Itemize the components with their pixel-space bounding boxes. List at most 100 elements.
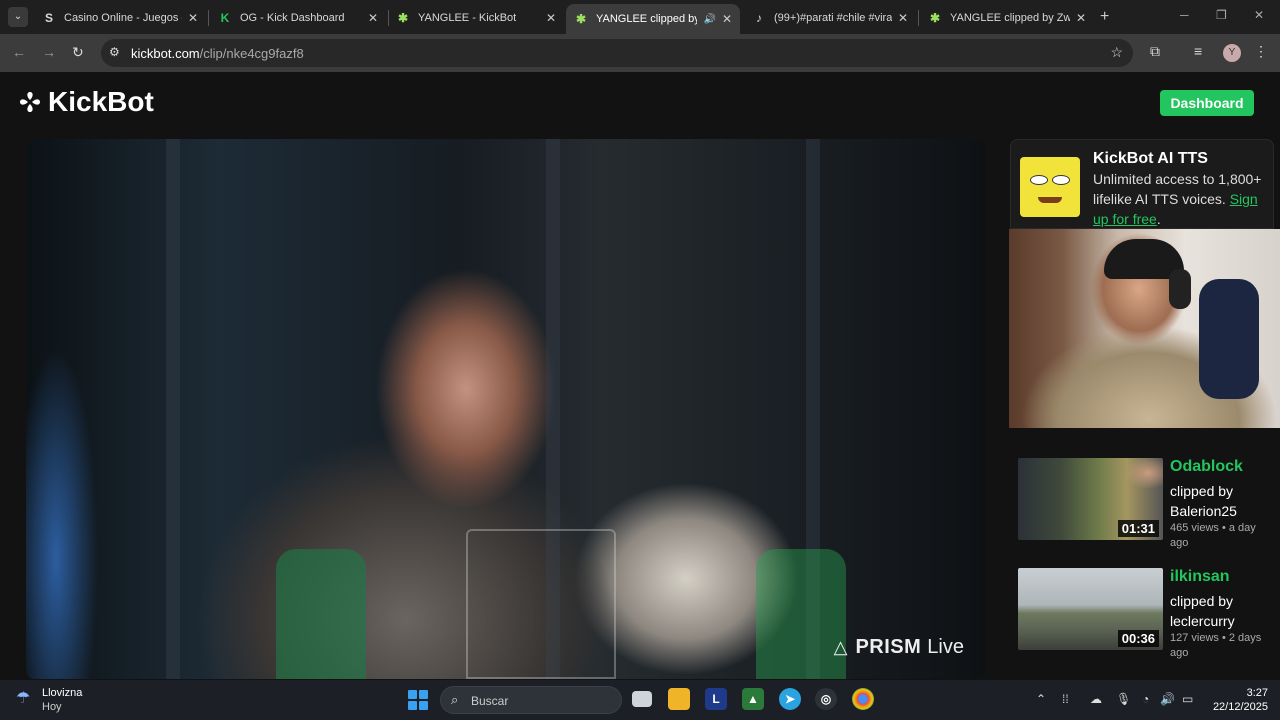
video-scene xyxy=(466,529,616,679)
tab-title: YANGLEE clipped by Zwick xyxy=(950,12,1070,24)
webcam-scene xyxy=(1199,279,1259,399)
weather-label[interactable]: Llovizna xyxy=(42,687,82,699)
close-window-icon[interactable]: ✕ xyxy=(1254,8,1264,22)
tab-separator xyxy=(918,10,919,26)
rain-cloud-icon[interactable]: ☂ xyxy=(16,688,30,708)
ad-body-end: . xyxy=(1156,211,1161,227)
clip-title[interactable]: ilkinsan xyxy=(1170,568,1230,586)
taskbar-search[interactable]: ⌕ Buscar xyxy=(440,686,622,714)
kickbot-favicon-icon: ✱ xyxy=(397,11,409,25)
site-info-icon[interactable]: ⚙ xyxy=(109,45,120,59)
close-tab-icon[interactable]: ✕ xyxy=(368,11,378,25)
tray-overflow-icon[interactable]: ⌃ xyxy=(1036,692,1046,706)
clip-duration: 01:31 xyxy=(1117,520,1159,537)
microphone-icon[interactable]: 🎙 xyxy=(1116,692,1131,706)
clip-thumbnail[interactable]: 00:36 xyxy=(1018,568,1163,650)
tab-title: YANGLEE clipped by m xyxy=(596,13,698,25)
prism-logo-icon: △ xyxy=(833,637,848,657)
kickbot-logo-icon xyxy=(20,92,40,112)
clip-meta: 127 views • 2 days ago xyxy=(1170,632,1262,659)
tab-title: Casino Online - Juegos de xyxy=(64,12,182,24)
ad-title: KickBot AI TTS xyxy=(1093,150,1208,167)
close-tab-icon[interactable]: ✕ xyxy=(722,12,732,26)
tab-title: YANGLEE - KickBot xyxy=(418,12,517,24)
related-clip-item[interactable]: 01:31 Odablock clipped by Balerion25 465… xyxy=(1018,458,1274,554)
url-host: kickbot.com xyxy=(131,46,200,61)
close-tab-icon[interactable]: ✕ xyxy=(188,11,198,25)
clip-title[interactable]: Odablock xyxy=(1170,458,1243,476)
kick-favicon-icon: K xyxy=(220,11,230,25)
tab-title: OG - Kick Dashboard xyxy=(240,12,345,24)
kickbot-favicon-icon: ✱ xyxy=(575,12,587,26)
url-text[interactable]: kickbot.com/clip/nke4cg9fazf8 xyxy=(131,46,304,61)
speaker-icon[interactable]: 🔊 xyxy=(703,14,715,25)
telegram-icon[interactable]: ➤ xyxy=(779,688,801,710)
minimize-icon[interactable]: ─ xyxy=(1180,8,1189,22)
menu-kebab-icon[interactable]: ⋮ xyxy=(1254,43,1268,60)
search-icon: ⌕ xyxy=(451,692,459,707)
video-scene xyxy=(276,549,366,679)
kickbot-logo[interactable]: KickBot xyxy=(18,86,154,118)
streamer-webcam-overlay xyxy=(1009,229,1280,428)
chrome-icon[interactable] xyxy=(852,688,874,710)
tab-kick-dashboard[interactable]: K OG - Kick Dashboard ✕ xyxy=(210,4,386,32)
kickbot-favicon-icon: ✱ xyxy=(929,11,941,25)
clip-clipper: clipped by leclercurry xyxy=(1170,593,1235,629)
tab-separator xyxy=(208,10,209,26)
video-scene xyxy=(166,139,180,679)
close-tab-icon[interactable]: ✕ xyxy=(1076,11,1086,25)
profile-avatar[interactable]: Y xyxy=(1223,44,1241,62)
maximize-icon[interactable]: ❐ xyxy=(1216,8,1227,22)
ad-image-detail xyxy=(1052,175,1070,185)
windows-start-button[interactable] xyxy=(408,690,428,710)
wifi-icon[interactable]: ◔ xyxy=(1142,692,1149,706)
search-label: Buscar xyxy=(471,694,509,708)
casino-favicon-icon: S xyxy=(44,11,53,25)
tab-yanglee-clip-active[interactable]: ✱ YANGLEE clipped by m 🔊 ✕ xyxy=(566,4,740,34)
related-clip-item[interactable]: 00:36 ilkinsan clipped by leclercurry 12… xyxy=(1018,568,1274,664)
browser-toolbar: ← → ↻ ⚙ kickbot.com/clip/nke4cg9fazf8 ☆ … xyxy=(0,34,1280,72)
obs-icon[interactable]: ◎ xyxy=(815,688,837,710)
clip-duration: 00:36 xyxy=(1117,630,1159,647)
tts-ad-card: KickBot AI TTS Unlimited access to 1,800… xyxy=(1010,139,1274,229)
webcam-scene xyxy=(1169,269,1191,309)
bluestacks-icon[interactable]: ▲ xyxy=(742,688,764,710)
back-icon[interactable]: ← xyxy=(12,44,26,60)
clip-meta: 465 views • a day ago xyxy=(1170,522,1256,549)
clip-thumbnail[interactable]: 01:31 xyxy=(1018,458,1163,540)
video-scene xyxy=(756,549,846,679)
volume-icon[interactable]: 🔊 xyxy=(1160,692,1175,706)
tab-yanglee-kickbot[interactable]: ✱ YANGLEE - KickBot ✕ xyxy=(388,4,564,32)
clip-clipper: clipped by Balerion25 xyxy=(1170,483,1237,519)
weather-sub: Hoy xyxy=(42,701,62,713)
cloud-icon[interactable]: ☁ xyxy=(1090,692,1102,706)
spongebob-ad-image xyxy=(1020,157,1080,217)
battery-icon[interactable]: ▭ xyxy=(1182,692,1193,706)
media-controls-icon[interactable]: ≡ xyxy=(1194,43,1202,59)
reload-icon[interactable]: ↻ xyxy=(72,44,84,61)
tab-search-menu-button[interactable]: ⌄ xyxy=(8,7,28,27)
tab-title: (99+)#parati #chile #viralti xyxy=(774,12,892,24)
close-tab-icon[interactable]: ✕ xyxy=(898,11,908,25)
file-explorer-icon[interactable] xyxy=(668,688,690,710)
tab-tiktok[interactable]: ♪ (99+)#parati #chile #viralti ✕ xyxy=(744,4,916,32)
prism-live-watermark: △ PRISM Live xyxy=(834,636,964,659)
tab-yanglee-zwick[interactable]: ✱ YANGLEE clipped by Zwick ✕ xyxy=(920,4,1094,32)
tray-apps-icon[interactable]: ⁞⁞ xyxy=(1062,692,1069,706)
forward-icon[interactable]: → xyxy=(42,44,56,60)
ad-image-detail xyxy=(1038,197,1062,203)
close-tab-icon[interactable]: ✕ xyxy=(546,11,556,25)
bookmark-star-icon[interactable]: ☆ xyxy=(1110,44,1123,61)
clock-date[interactable]: 22/12/2025 xyxy=(1212,701,1268,713)
kickbot-page: KickBot Dashboard △ PRISM Live KickBot A… xyxy=(0,72,1280,680)
dashboard-button[interactable]: Dashboard xyxy=(1160,90,1254,116)
new-tab-button[interactable]: + xyxy=(1100,8,1109,26)
clip-video-player[interactable]: △ PRISM Live xyxy=(26,139,986,679)
clock-time[interactable]: 3:27 xyxy=(1238,687,1268,699)
address-bar[interactable]: ⚙ kickbot.com/clip/nke4cg9fazf8 ☆ xyxy=(101,39,1133,67)
extensions-icon[interactable]: ⧉ xyxy=(1150,43,1160,60)
url-path: /clip/nke4cg9fazf8 xyxy=(199,46,304,61)
tab-casino[interactable]: S Casino Online - Juegos de ✕ xyxy=(34,4,206,32)
l-app-icon[interactable]: L xyxy=(705,688,727,710)
task-view-icon[interactable] xyxy=(632,691,652,707)
